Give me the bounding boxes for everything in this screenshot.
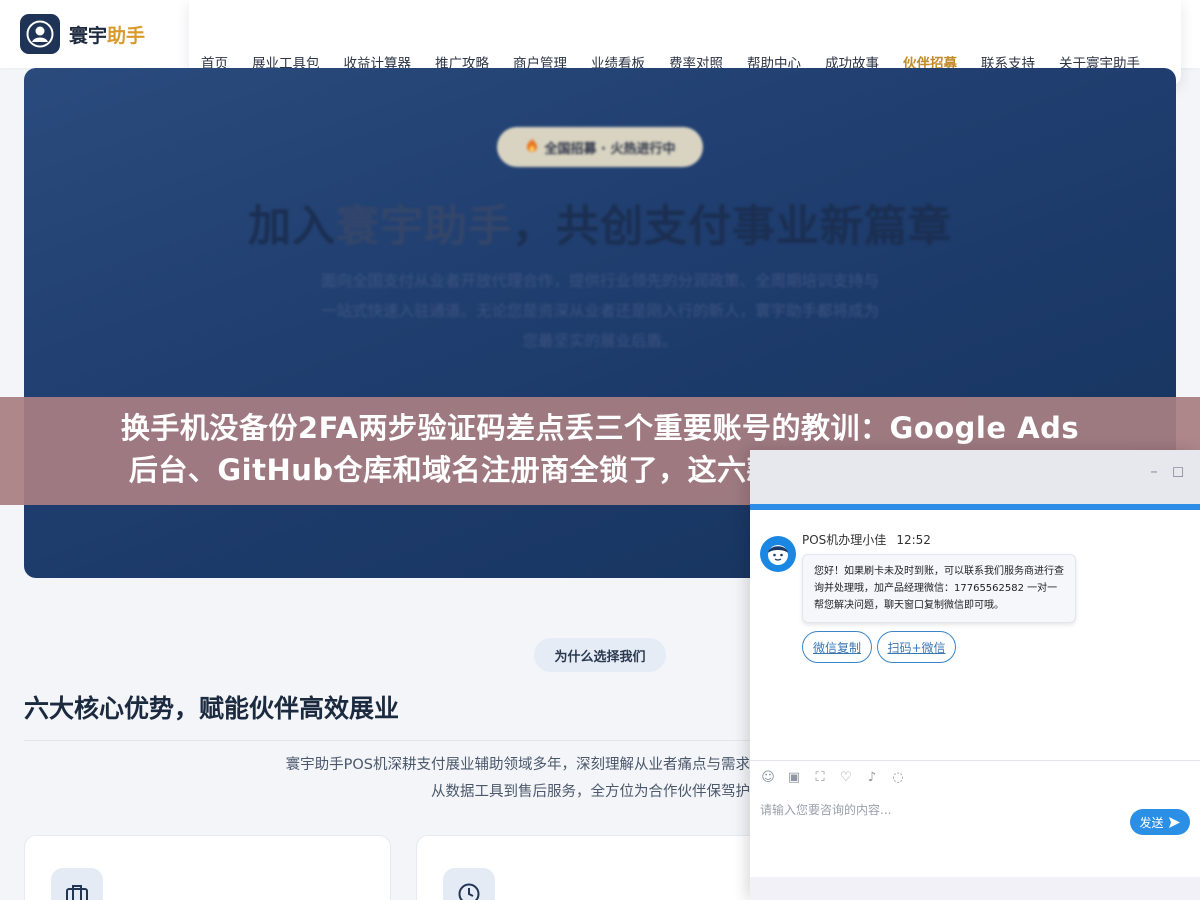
- section-description: 寰宇助手POS机深耕支付展业辅助领域多年，深刻理解从业者痛点与需求 从数据工具到…: [285, 757, 750, 800]
- section-title: 六大核心优势，赋能伙伴高效展业: [24, 694, 400, 723]
- clock-icon: [443, 868, 495, 900]
- image-icon[interactable]: ▣: [786, 770, 802, 786]
- agent-meta: POS机办理小佳 12:52: [802, 531, 931, 548]
- agent-name: POS机办理小佳: [802, 533, 887, 547]
- chat-header[interactable]: – ◻: [750, 450, 1200, 504]
- message-time: 12:52: [896, 533, 931, 547]
- briefcase-icon: [51, 868, 103, 900]
- chat-footer: [750, 877, 1200, 900]
- chat-divider: [750, 760, 1200, 761]
- rating-icon[interactable]: ♡: [838, 770, 854, 786]
- chat-header-accent: [750, 504, 1200, 510]
- chat-message-input[interactable]: [760, 799, 1120, 821]
- logo-text: 寰宇助手: [69, 24, 146, 47]
- message-bubble: 您好！如果刷卡未及时到账，可以联系我们服务商进行查询并处理哦，加产品经理微信：1…: [802, 554, 1076, 623]
- minimize-icon[interactable]: –: [1146, 463, 1162, 479]
- hero-title: 加入寰宇助手，共创支付事业新篇章: [248, 202, 952, 252]
- quick-reply-scan-wechat[interactable]: 扫码+微信: [877, 631, 956, 663]
- emoji-icon[interactable]: ☺: [760, 770, 776, 786]
- send-button[interactable]: 发送: [1130, 809, 1190, 835]
- maximize-icon[interactable]: ◻: [1170, 463, 1186, 479]
- screenshot-icon[interactable]: ⛶: [812, 770, 828, 786]
- chat-toolbar: ☺ ▣ ⛶ ♡ ♪ ◌: [760, 770, 906, 786]
- agent-avatar: [760, 536, 796, 572]
- send-icon: [1168, 816, 1180, 828]
- send-label: 发送: [1139, 815, 1164, 830]
- advantage-card[interactable]: [416, 835, 783, 900]
- section-pill: 为什么选择我们: [534, 638, 666, 672]
- recruit-badge-label: 全国招募 · 火热进行中: [544, 141, 676, 157]
- advantage-card[interactable]: [24, 835, 391, 900]
- logo-avatar-icon: [20, 14, 60, 54]
- chat-widget: – ◻ POS机办理小佳 12:52 您好！如果刷卡未及时到账，可以联系我们服务商…: [750, 450, 1200, 900]
- hero-subtitle: 面向全国支付从业者开放代理合作，提供行业领先的分润政策、全周期培训支持与 一站式…: [320, 272, 879, 350]
- site-logo[interactable]: 寰宇助手: [20, 14, 145, 54]
- recruit-badge: 全国招募 · 火热进行中: [497, 127, 703, 167]
- voice-icon[interactable]: ♪: [864, 770, 880, 786]
- wechat-icon[interactable]: ◌: [890, 770, 906, 786]
- quick-reply-copy-wechat[interactable]: 微信复制: [802, 631, 872, 663]
- section-divider: [24, 740, 750, 741]
- fire-icon: [525, 137, 539, 157]
